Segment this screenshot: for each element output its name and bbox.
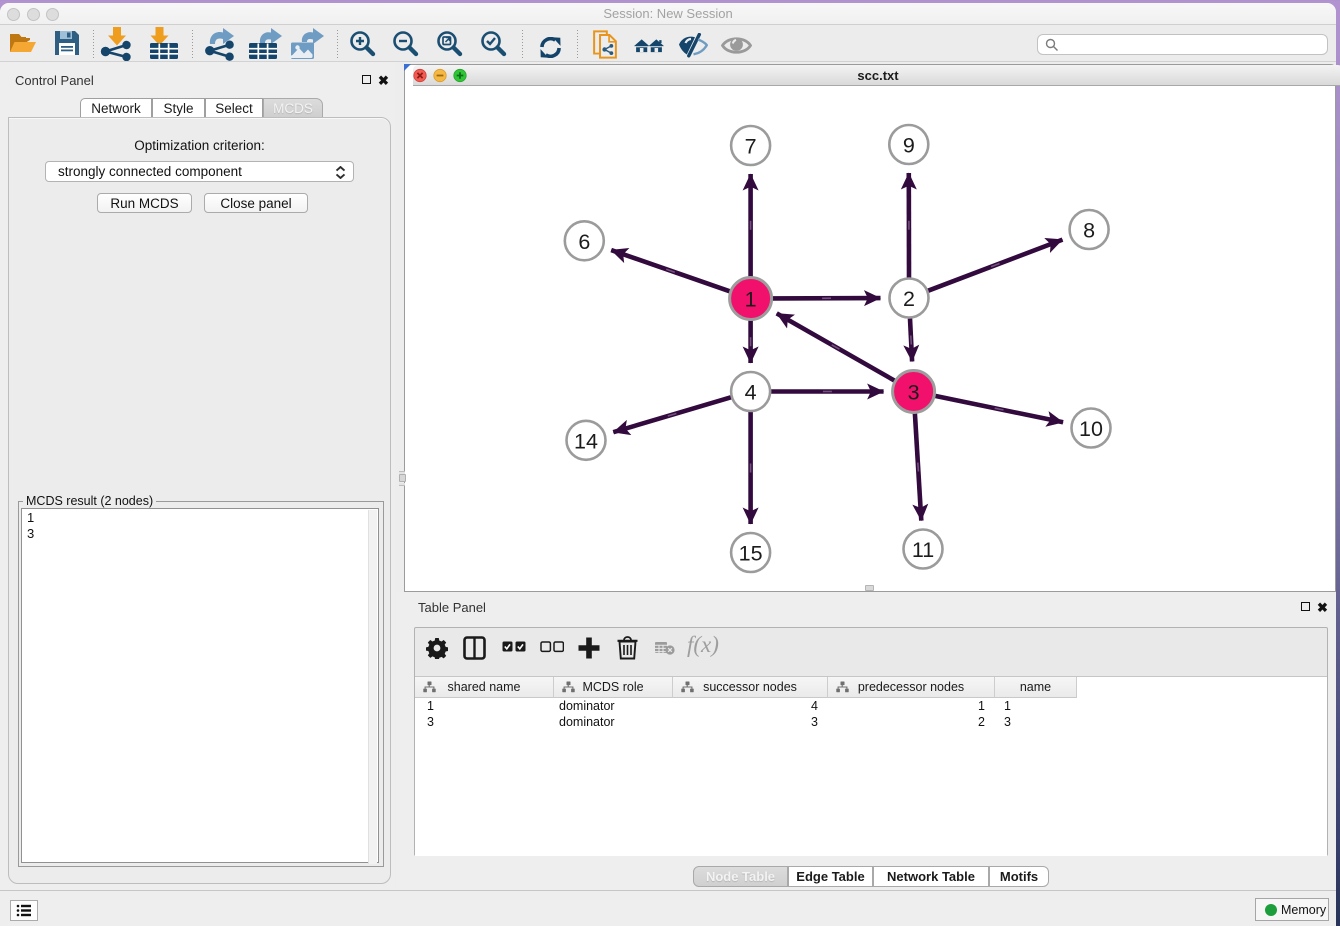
svg-text:7: 7 (745, 135, 757, 159)
svg-text:4: 4 (745, 381, 757, 405)
svg-text:2: 2 (903, 287, 915, 311)
svg-text:15: 15 (739, 542, 763, 566)
svg-text:8: 8 (1083, 219, 1095, 243)
svg-text:1: 1 (745, 288, 757, 312)
svg-text:14: 14 (574, 429, 598, 453)
svg-text:10: 10 (1079, 417, 1103, 441)
svg-text:11: 11 (912, 538, 934, 562)
svg-text:9: 9 (903, 134, 915, 158)
svg-text:6: 6 (578, 230, 590, 254)
svg-text:3: 3 (908, 381, 920, 405)
